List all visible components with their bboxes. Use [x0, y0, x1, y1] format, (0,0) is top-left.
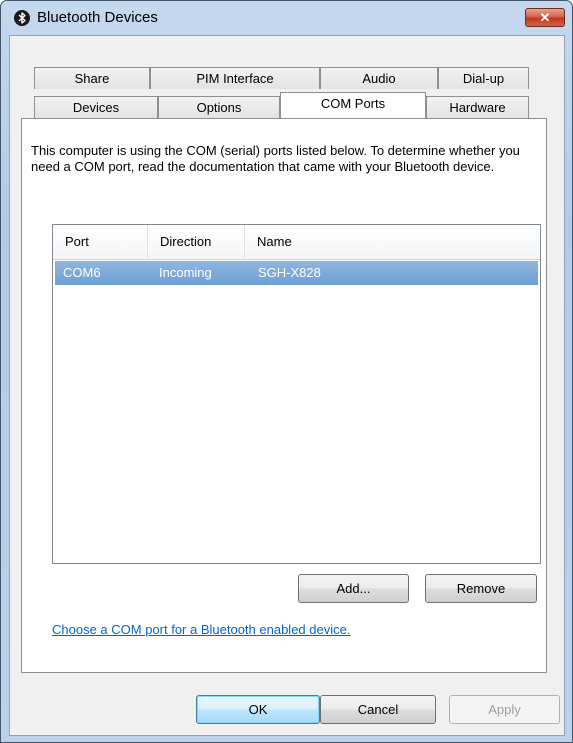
tab-share[interactable]: Share	[34, 67, 150, 89]
apply-button[interactable]: Apply	[449, 695, 560, 724]
cell-port: COM6	[63, 265, 101, 280]
tab-hardware[interactable]: Hardware	[426, 96, 529, 118]
column-header-direction[interactable]: Direction	[148, 225, 245, 259]
close-icon: ✕	[539, 10, 551, 25]
window-title: Bluetooth Devices	[37, 9, 158, 26]
tab-options[interactable]: Options	[158, 96, 280, 118]
tab-dial-up[interactable]: Dial-up	[438, 67, 529, 89]
cell-direction: Incoming	[159, 265, 212, 280]
close-button[interactable]: ✕	[525, 8, 565, 27]
com-ports-description: This computer is using the COM (serial) …	[31, 143, 520, 174]
column-header-name[interactable]: Name	[245, 225, 540, 259]
list-header: Port Direction Name	[53, 225, 540, 260]
table-row[interactable]: COM6 Incoming SGH-X828	[55, 261, 538, 285]
add-button[interactable]: Add...	[298, 574, 409, 603]
tab-com-ports[interactable]: COM Ports	[280, 92, 426, 118]
column-header-port[interactable]: Port	[53, 225, 148, 259]
tab-devices[interactable]: Devices	[34, 96, 158, 118]
bluetooth-devices-window: Bluetooth Devices ✕ Share PIM Interface …	[0, 0, 573, 743]
com-ports-list[interactable]: Port Direction Name COM6 Incoming SGH-X8…	[52, 224, 541, 564]
remove-button[interactable]: Remove	[425, 574, 537, 603]
cell-name: SGH-X828	[258, 265, 321, 280]
ok-button[interactable]: OK	[196, 695, 320, 724]
choose-com-port-link[interactable]: Choose a COM port for a Bluetooth enable…	[52, 622, 350, 637]
tab-audio[interactable]: Audio	[320, 67, 438, 89]
cancel-button[interactable]: Cancel	[320, 695, 436, 724]
title-bar[interactable]: Bluetooth Devices ✕	[1, 1, 572, 35]
bluetooth-icon	[14, 10, 30, 26]
tab-pim-interface[interactable]: PIM Interface	[150, 67, 320, 89]
